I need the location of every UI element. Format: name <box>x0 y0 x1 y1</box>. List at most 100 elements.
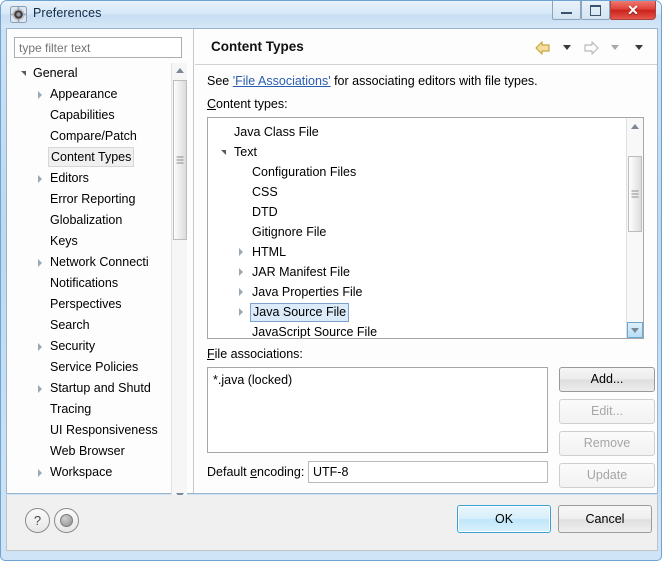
expand-arrow-right-icon[interactable] <box>33 84 47 105</box>
content-types-label: Content types: <box>207 97 288 111</box>
scroll-down-icon[interactable] <box>627 322 643 338</box>
content-type-row[interactable]: HTML <box>208 242 625 262</box>
window-title: Preferences <box>33 6 102 20</box>
sidebar-vertical-scrollbar[interactable] <box>171 63 187 503</box>
sidebar-item-tracing[interactable]: Tracing <box>14 399 182 420</box>
file-association-item[interactable]: *.java (locked) <box>213 371 542 389</box>
cancel-button[interactable]: Cancel <box>558 505 652 533</box>
sidebar-item-general[interactable]: General <box>14 63 182 84</box>
minimize-button[interactable] <box>552 1 581 20</box>
content-types-tree[interactable]: Java Class File Text Configuration FilesCS… <box>207 117 644 339</box>
expand-arrow-right-icon[interactable] <box>33 462 47 483</box>
cancel-button-label: Cancel <box>586 512 625 526</box>
file-associations-list[interactable]: *.java (locked) <box>207 367 548 453</box>
content-type-row[interactable]: Gitignore File <box>208 222 625 242</box>
view-menu-chevron-down-icon[interactable] <box>628 38 649 57</box>
edit-button-label: Edit... <box>591 404 623 418</box>
expand-arrow-right-icon[interactable] <box>234 242 248 262</box>
sidebar-item-perspectives[interactable]: Perspectives <box>14 294 182 315</box>
preferences-tree[interactable]: GeneralAppearanceCapabilitiesCompare/Pat… <box>14 63 182 487</box>
sidebar-item-web-browser[interactable]: Web Browser <box>14 441 182 462</box>
sidebar-item-search[interactable]: Search <box>14 315 182 336</box>
scroll-up-icon[interactable] <box>172 63 187 78</box>
sidebar-item-label: Appearance <box>50 84 117 105</box>
preferences-page: Content Types <box>195 29 657 493</box>
sidebar-item-label: General <box>33 63 77 84</box>
window-title-bar: Preferences ✕ <box>1 1 661 28</box>
dialog-client-area: GeneralAppearanceCapabilitiesCompare/Pat… <box>6 28 658 494</box>
maximize-icon <box>590 5 601 16</box>
sidebar-item-label: Editors <box>50 168 89 189</box>
sidebar-item-service-policies[interactable]: Service Policies <box>14 357 182 378</box>
question-mark-icon[interactable]: ? <box>25 508 50 533</box>
update-button: Update <box>559 463 655 488</box>
expand-arrow-right-icon[interactable] <box>234 302 248 322</box>
scroll-up-icon[interactable] <box>627 118 643 134</box>
content-type-row[interactable]: Configuration Files <box>208 162 625 182</box>
sidebar-item-startup-and-shutd[interactable]: Startup and Shutd <box>14 378 182 399</box>
add-button-label: Add... <box>591 372 624 386</box>
maximize-button[interactable] <box>581 1 610 20</box>
sidebar-item-activiti[interactable]: Activiti <box>14 483 182 487</box>
sidebar-item-label: Web Browser <box>50 441 125 462</box>
close-icon: ✕ <box>627 3 639 17</box>
default-encoding-input[interactable] <box>308 461 548 483</box>
sidebar-item-label: Content Types <box>48 147 134 167</box>
filter-input[interactable] <box>14 37 182 58</box>
page-title: Content Types <box>211 39 304 54</box>
ok-button[interactable]: OK <box>457 505 551 533</box>
content-type-row[interactable]: CSS <box>208 182 625 202</box>
sidebar-item-notifications[interactable]: Notifications <box>14 273 182 294</box>
expand-arrow-right-icon[interactable] <box>33 252 47 273</box>
close-button[interactable]: ✕ <box>610 1 656 20</box>
content-type-row[interactable]: DTD <box>208 202 625 222</box>
content-type-row[interactable]: Text <box>208 142 625 162</box>
expand-arrow-right-icon[interactable] <box>234 282 248 302</box>
sidebar-item-compare-patch[interactable]: Compare/Patch <box>14 126 182 147</box>
sidebar-item-network-connecti[interactable]: Network Connecti <box>14 252 182 273</box>
sidebar-item-label: Compare/Patch <box>50 126 137 147</box>
content-type-row[interactable]: Java Source File <box>208 302 625 322</box>
forward-menu-chevron-down-icon[interactable] <box>604 38 625 57</box>
content-type-row[interactable]: JavaScript Source File <box>208 322 625 339</box>
sidebar-item-keys[interactable]: Keys <box>14 231 182 252</box>
content-type-label: JAR Manifest File <box>252 265 350 279</box>
expand-arrow-down-icon[interactable] <box>16 63 30 84</box>
scrollbar-thumb[interactable] <box>173 80 187 240</box>
content-type-label: Text <box>234 145 257 159</box>
sidebar-item-content-types[interactable]: Content Types <box>14 147 182 168</box>
expand-arrow-right-icon[interactable] <box>234 262 248 282</box>
page-header: Content Types <box>195 29 657 65</box>
sidebar-item-error-reporting[interactable]: Error Reporting <box>14 189 182 210</box>
expand-arrow-right-icon[interactable] <box>33 168 47 189</box>
add-button[interactable]: Add... <box>559 367 655 392</box>
content-types-rows[interactable]: Java Class File Text Configuration FilesCS… <box>208 122 625 339</box>
expand-arrow-right-icon[interactable] <box>33 336 47 357</box>
sidebar-item-capabilities[interactable]: Capabilities <box>14 105 182 126</box>
content-type-label: JavaScript Source File <box>252 325 377 339</box>
sidebar-item-ui-responsiveness[interactable]: UI Responsiveness <box>14 420 182 441</box>
content-type-label: Java Source File <box>250 303 349 322</box>
sidebar-item-editors[interactable]: Editors <box>14 168 182 189</box>
sidebar-item-label: Capabilities <box>50 105 115 126</box>
content-types-vertical-scrollbar[interactable] <box>626 118 643 338</box>
sidebar-item-globalization[interactable]: Globalization <box>14 210 182 231</box>
content-type-row[interactable]: Java Class File <box>208 122 625 142</box>
expand-arrow-right-icon[interactable] <box>16 483 30 487</box>
back-menu-chevron-down-icon[interactable] <box>556 38 577 57</box>
file-associations-link[interactable]: 'File Associations' <box>233 74 331 88</box>
content-type-row[interactable]: JAR Manifest File <box>208 262 625 282</box>
sidebar-item-workspace[interactable]: Workspace <box>14 462 182 483</box>
description-prefix: See <box>207 74 233 88</box>
scrollbar-thumb[interactable] <box>628 156 642 232</box>
sidebar-item-label: Error Reporting <box>50 189 135 210</box>
content-type-row[interactable]: Java Properties File <box>208 282 625 302</box>
forward-arrow-icon[interactable] <box>580 38 601 57</box>
default-encoding-label: Default encoding: <box>207 465 304 479</box>
gear-icon[interactable] <box>54 508 79 533</box>
expand-arrow-right-icon[interactable] <box>33 378 47 399</box>
sidebar-item-appearance[interactable]: Appearance <box>14 84 182 105</box>
expand-arrow-down-icon[interactable] <box>216 142 230 162</box>
sidebar-item-security[interactable]: Security <box>14 336 182 357</box>
back-arrow-icon[interactable] <box>532 38 553 57</box>
